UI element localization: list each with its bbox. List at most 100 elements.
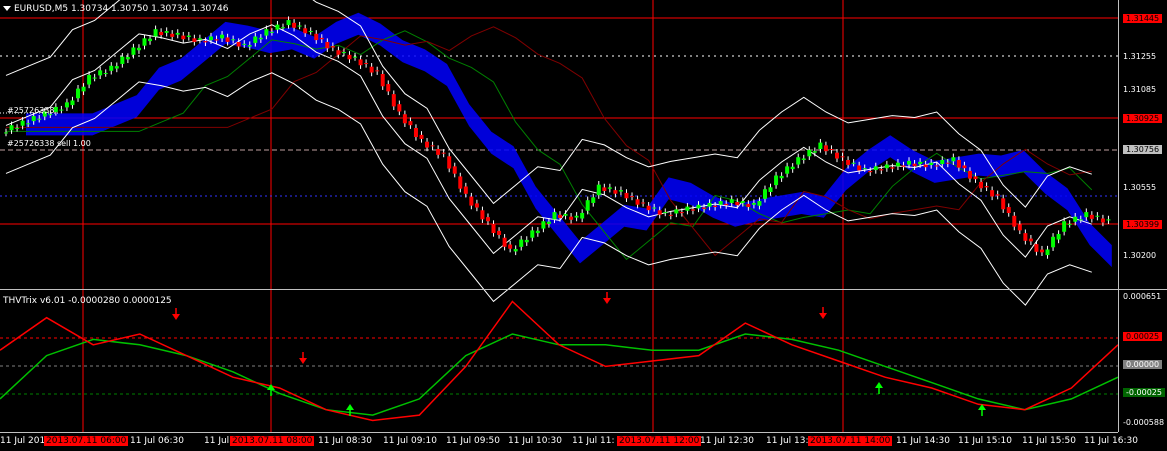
candle-body	[131, 47, 136, 55]
time-label: 11 Jul 10:30	[508, 436, 562, 446]
order-label-1[interactable]: #25726338	[7, 106, 54, 115]
candle-body	[857, 165, 862, 171]
candle-body	[402, 114, 407, 124]
candle-body	[53, 106, 58, 112]
candle-body	[275, 24, 280, 30]
candle-body	[868, 170, 873, 173]
candle-body	[170, 33, 175, 37]
candle-body	[840, 156, 845, 158]
price-label: 1.31255	[1123, 52, 1157, 61]
candle-body	[208, 36, 213, 41]
candle-body	[136, 47, 141, 51]
candle-body	[668, 214, 673, 216]
candle-body	[530, 230, 535, 238]
candle-body	[535, 230, 540, 234]
candle-body	[618, 190, 623, 192]
candle-body	[945, 162, 950, 164]
candle-body	[569, 216, 574, 220]
candle-body	[286, 20, 291, 26]
candle-body	[103, 73, 108, 75]
candle-body	[1089, 214, 1094, 219]
candle-body	[635, 199, 640, 205]
candle-body	[884, 164, 889, 169]
candle-body	[995, 194, 1000, 196]
candle-body	[646, 205, 651, 211]
candle-body	[1084, 212, 1089, 218]
time-label: 11 Jul 09:10	[383, 436, 437, 446]
candle-body	[76, 88, 81, 99]
candle-body	[175, 32, 180, 35]
candle-body	[109, 65, 114, 71]
candle-body	[9, 125, 14, 131]
candle-body	[1051, 236, 1056, 248]
candle-body	[20, 120, 25, 126]
price-label: 1.31085	[1123, 85, 1157, 94]
candle-body	[153, 29, 158, 37]
price-label: 1.30925	[1123, 114, 1163, 123]
candle-body	[463, 186, 468, 194]
candle-body	[690, 209, 695, 211]
dropdown-triangle-icon[interactable]	[3, 6, 11, 11]
candle-body	[70, 100, 75, 106]
candle-body	[258, 37, 263, 40]
candle-body	[297, 25, 302, 27]
candle-body	[31, 116, 36, 122]
time-label: 11 Jul 16:30	[1084, 436, 1138, 446]
time-label: 11 Jul 14:30	[896, 436, 950, 446]
candle-body	[707, 202, 712, 207]
candle-body	[591, 197, 596, 203]
candle-body	[192, 38, 197, 42]
candle-body	[779, 175, 784, 179]
candle-body	[607, 187, 612, 189]
candle-body	[15, 127, 20, 129]
candle-body	[353, 56, 358, 58]
candle-body	[823, 145, 828, 152]
candle-body	[308, 31, 313, 33]
candle-body	[923, 164, 928, 168]
candle-body	[912, 163, 917, 167]
candle-body	[430, 145, 435, 147]
candle-body	[768, 187, 773, 192]
candle-body	[148, 38, 153, 42]
candle-body	[713, 205, 718, 207]
candle-body	[1078, 219, 1083, 221]
candle-body	[546, 221, 551, 224]
candle-body	[558, 214, 562, 218]
time-label: 11 Jul 09:50	[446, 436, 500, 446]
time-label: 2013.07.11 12:00	[617, 436, 702, 446]
candle-body	[835, 152, 839, 159]
candle-body	[679, 212, 684, 214]
cloud-area	[26, 12, 1112, 268]
candle-body	[801, 158, 806, 160]
candle-body	[281, 27, 285, 29]
candle-body	[940, 159, 945, 165]
candle-body	[98, 70, 103, 76]
candle-body	[214, 39, 219, 41]
candle-body	[114, 66, 119, 69]
candle-body	[746, 203, 751, 207]
candle-body	[1056, 233, 1061, 240]
candle-body	[574, 215, 579, 218]
candle-body	[386, 84, 391, 92]
candle-body	[364, 63, 369, 65]
candle-body	[918, 161, 923, 165]
sell-arrow-icon	[172, 314, 180, 320]
candle-body	[347, 54, 352, 60]
candle-body	[458, 176, 463, 189]
candle-body	[181, 35, 186, 40]
candle-body	[1095, 215, 1100, 217]
candle-body	[375, 70, 380, 72]
candle-body	[408, 121, 413, 126]
chart-canvas[interactable]	[0, 0, 1167, 451]
candle-body	[37, 118, 42, 120]
buy-arrow-icon	[346, 404, 354, 410]
sell-arrow-icon	[603, 298, 611, 304]
candle-body	[724, 203, 729, 206]
candle-body	[873, 166, 878, 171]
order-label-2[interactable]: #25726338 sell 1.00	[7, 139, 91, 148]
candle-body	[934, 165, 939, 167]
candle-body	[59, 109, 64, 111]
candle-body	[1067, 223, 1072, 225]
candle-body	[984, 186, 989, 188]
candle-body	[358, 59, 363, 66]
